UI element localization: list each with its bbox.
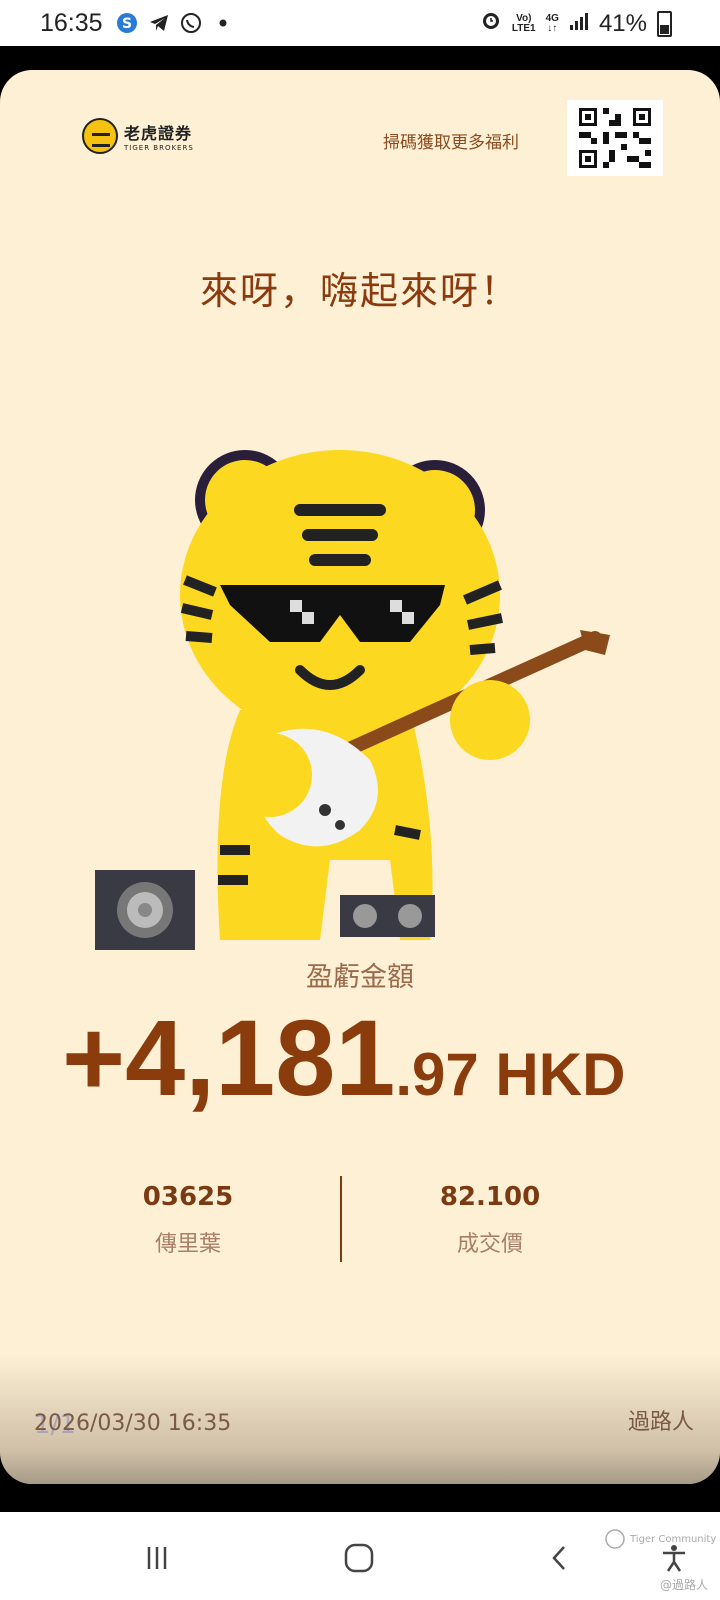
watermark-username: @過路人 (660, 1578, 709, 1592)
battery-percent: 41% (598, 9, 647, 37)
svg-text:S: S (122, 16, 132, 32)
brand-logo: 老虎證券 TIGER BROKERS (82, 118, 194, 154)
back-button[interactable] (540, 1538, 580, 1578)
share-username: 過路人 (627, 1410, 694, 1435)
tiger-guitar-mascot (90, 380, 630, 960)
trade-stats: 03625 傳里葉 82.100 成交價 (0, 1176, 720, 1270)
stock-code: 03625 (142, 1182, 234, 1212)
price-info: 82.100 成交價 (340, 1182, 640, 1258)
stock-name: 傳里葉 (154, 1232, 221, 1257)
telegram-icon (148, 12, 170, 34)
pl-amount: +4,181.97 HKD (62, 995, 625, 1120)
tiger-community-icon (605, 1529, 625, 1549)
status-time: 16:35 (40, 9, 103, 37)
alarm-icon (480, 9, 502, 38)
battery-icon (657, 10, 672, 37)
home-button[interactable] (339, 1538, 379, 1578)
navigation-bar: Tiger Community @過路人 (0, 1512, 720, 1600)
headline: 來呀，嗨起來呀！ (199, 269, 520, 313)
brand-name: 老虎證券 (124, 124, 193, 143)
qr-code[interactable] (567, 100, 663, 176)
stock-info: 03625 傳里葉 (38, 1182, 338, 1258)
trade-price-label: 成交價 (456, 1232, 523, 1257)
skype-icon: S (116, 12, 138, 34)
network-label: Vo) LTE1 (511, 12, 536, 34)
recent-apps-button[interactable] (137, 1538, 177, 1578)
pl-label: 盈虧金額 (306, 962, 414, 993)
pl-amount-tail: .97 HKD (395, 1041, 626, 1108)
dot-icon (212, 12, 234, 34)
pl-amount-main: +4,181 (62, 997, 396, 1118)
share-date: 2026/03/30 16:35 (34, 1411, 232, 1436)
status-bar: 16:35 S Vo) LTE1 4G ↓↑ 41% (0, 0, 720, 46)
trade-price: 82.100 (439, 1182, 541, 1212)
tiger-logo-icon (82, 118, 118, 154)
data-indicator: 4G ↓↑ (545, 12, 559, 34)
signal-icon (569, 10, 589, 38)
brand-name-en: TIGER BROKERS (124, 144, 194, 152)
accessibility-button[interactable] (654, 1538, 694, 1578)
share-card: 老虎證券 TIGER BROKERS 掃碼獲取更多福利 來呀，嗨起來呀！ 盈虧金… (0, 70, 720, 1484)
scan-prompt: 掃碼獲取更多福利 (383, 133, 519, 153)
whatsapp-icon (180, 12, 202, 34)
